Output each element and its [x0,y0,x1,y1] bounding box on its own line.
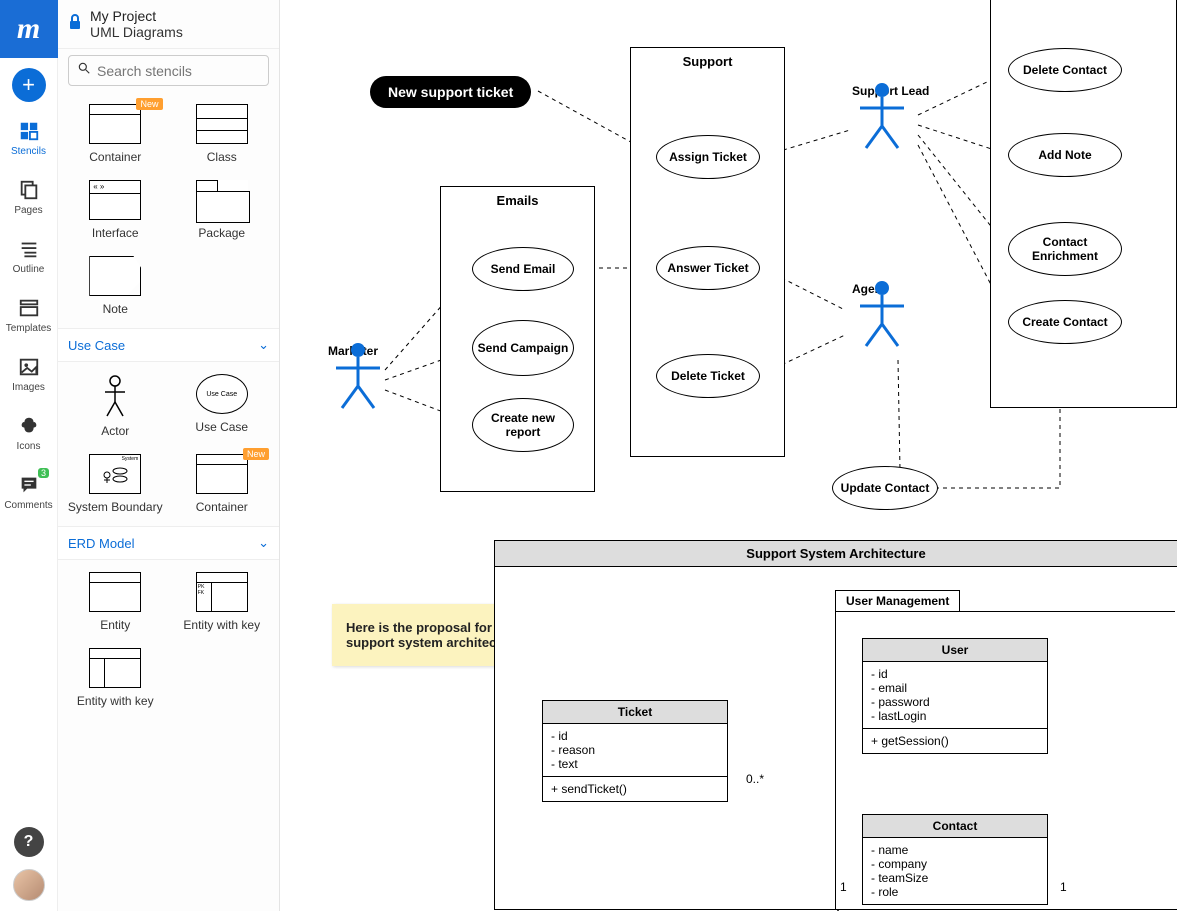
search-input[interactable] [97,63,278,79]
icons-icon [18,415,40,437]
multiplicity: 0..* [746,772,764,786]
stencil-actor[interactable]: Actor [64,368,167,444]
project-name: My Project [90,8,183,24]
chevron-down-icon: ⌄ [258,535,269,551]
class-user[interactable]: User - id - email - password - lastLogin… [862,638,1048,754]
comments-icon [18,474,40,496]
usecase-add-note[interactable]: Add Note [1008,133,1122,177]
new-tag: New [243,448,269,460]
user-avatar[interactable] [13,869,45,901]
rail-icons[interactable]: Icons [0,411,57,456]
stencil-system-boundary[interactable]: System System Boundary [64,448,167,520]
usecase-delete-contact[interactable]: Delete Contact [1008,48,1122,92]
usecase-answer-ticket[interactable]: Answer Ticket [656,246,760,290]
comments-badge: 3 [38,468,49,478]
svg-text:T: T [31,132,35,139]
lock-icon [68,14,82,35]
rail-pages[interactable]: Pages [0,175,57,220]
add-button[interactable]: + [12,68,46,102]
pages-icon [18,179,40,201]
stencil-package[interactable]: Package [171,174,274,246]
usecase-create-contact[interactable]: Create Contact [1008,300,1122,344]
document-name: UML Diagrams [90,24,183,40]
outline-icon [18,238,40,260]
usecase-delete-ticket[interactable]: Delete Ticket [656,354,760,398]
new-tag: New [136,98,162,110]
help-button[interactable]: ? [14,827,44,857]
section-erd[interactable]: ERD Model ⌄ [58,526,279,560]
images-icon [18,356,40,378]
diagram-canvas[interactable]: New support ticket Emails Send Email Sen… [280,0,1177,911]
actor-agent[interactable]: Agent [852,278,886,296]
multiplicity: 1 [1060,880,1067,894]
class-contact[interactable]: Contact - name - company - teamSize - ro… [862,814,1048,905]
rail-images[interactable]: Images [0,352,57,397]
stencil-container-2[interactable]: New Container [171,448,274,520]
actor-marketer[interactable]: Marketer [328,340,378,358]
search-box[interactable] [68,55,269,86]
app-logo[interactable]: m [0,0,58,58]
stencil-usecase[interactable]: Use CaseUse Case [171,368,274,444]
stencil-container[interactable]: New Container [64,98,167,170]
stencil-empty [171,250,274,322]
search-icon [77,61,91,80]
rail-outline[interactable]: Outline [0,234,57,279]
stencil-interface[interactable]: Interface [64,174,167,246]
stencils-icon: T [18,120,40,142]
templates-icon [18,297,40,319]
stencil-entity-key[interactable]: PKFK Entity with key [171,566,274,638]
stencil-note[interactable]: Note [64,250,167,322]
multiplicity: 1 [840,880,847,894]
panel-header: My Project UML Diagrams [58,0,279,49]
usecase-contact-enrichment[interactable]: Contact Enrichment [1008,222,1122,276]
usecase-update-contact[interactable]: Update Contact [832,466,938,510]
usecase-send-campaign[interactable]: Send Campaign [472,320,574,376]
stencil-entity-key-2[interactable]: Entity with key [64,642,167,714]
section-usecase[interactable]: Use Case ⌄ [58,328,279,362]
usecase-create-report[interactable]: Create new report [472,398,574,452]
rail-comments[interactable]: 3 Comments [0,470,57,515]
comment-pill[interactable]: New support ticket [370,76,531,108]
stencil-entity[interactable]: Entity [64,566,167,638]
stencil-class[interactable]: Class [171,98,274,170]
actor-support-lead[interactable]: Support Lead [852,80,929,98]
usecase-assign-ticket[interactable]: Assign Ticket [656,135,760,179]
usecase-send-email[interactable]: Send Email [472,247,574,291]
rail-stencils[interactable]: T Stencils [0,116,57,161]
chevron-down-icon: ⌄ [258,337,269,353]
rail-templates[interactable]: Templates [0,293,57,338]
class-ticket[interactable]: Ticket - id - reason - text + sendTicket… [542,700,728,802]
